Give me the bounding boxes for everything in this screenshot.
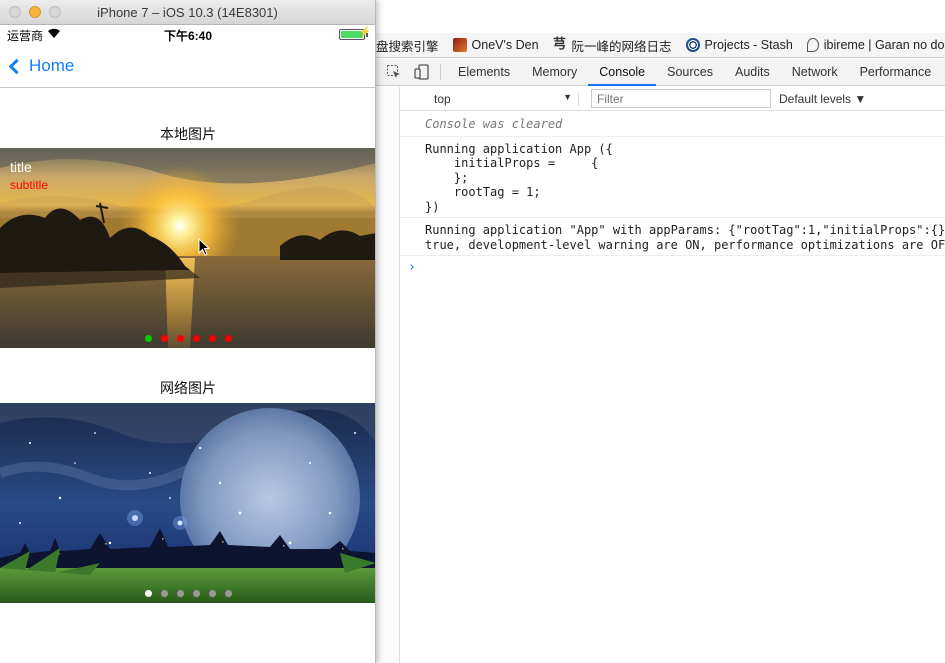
page-dot[interactable]: [192, 335, 200, 342]
page-dot[interactable]: [224, 590, 232, 597]
ios-simulator-window: iPhone 7 – iOS 10.3 (14E8301) 运营商 下午6:40…: [0, 0, 376, 663]
tab-network[interactable]: Network: [781, 59, 849, 86]
page-dot[interactable]: [160, 335, 168, 342]
back-label: Home: [29, 56, 75, 75]
bookmark-3[interactable]: 芎阮一峰的网络日志: [553, 36, 672, 55]
console-cleared-message: Console was cleared: [400, 112, 945, 137]
page-dot[interactable]: [176, 335, 184, 342]
window-title: iPhone 7 – iOS 10.3 (14E8301): [97, 5, 278, 20]
page-dot[interactable]: [176, 590, 184, 597]
minimize-icon[interactable]: [29, 6, 41, 18]
console-prompt-icon[interactable]: ›: [400, 256, 945, 275]
tab-audits[interactable]: Audits: [724, 59, 781, 86]
onev-favicon-icon: [452, 38, 467, 52]
carousel-caption-title: title: [10, 159, 32, 175]
tab-memory[interactable]: Memory: [521, 59, 588, 86]
page-dot[interactable]: [160, 590, 168, 597]
bookmark-5[interactable]: ibireme | Garan no do: [806, 38, 944, 52]
bookmarks-bar: 盘搜索引擎 OneV's Den 芎阮一峰的网络日志 Projects - St…: [376, 33, 945, 58]
charging-icon: ⚡: [358, 27, 371, 38]
bookmark-2[interactable]: OneV's Den: [452, 38, 539, 52]
bookmark-1[interactable]: 盘搜索引擎: [376, 36, 439, 55]
page-dot[interactable]: [208, 335, 216, 342]
tab-sources[interactable]: Sources: [656, 59, 724, 86]
tab-performance[interactable]: Performance: [849, 59, 943, 86]
console-log-entry: Running application "App" with appParams…: [400, 218, 945, 256]
tab-elements[interactable]: Elements: [447, 59, 521, 86]
console-output: Console was cleared Running application …: [400, 112, 945, 663]
log-levels-dropdown[interactable]: Default levels ▼: [779, 92, 866, 106]
sunset-lake-image: [0, 148, 375, 348]
page-dot[interactable]: [208, 590, 216, 597]
inspect-element-icon[interactable]: [386, 64, 402, 80]
bookmark-4[interactable]: Projects - Stash: [685, 38, 793, 52]
device-toolbar-icon[interactable]: [414, 64, 430, 80]
console-filter-input[interactable]: [591, 89, 771, 108]
local-image-carousel[interactable]: title subtitle: [0, 148, 375, 348]
console-log-entry: Running application App ({ initialProps …: [400, 137, 945, 218]
tab-divider: [440, 64, 441, 80]
night-sky-planet-image: [0, 403, 375, 603]
devtools-tabbar: Elements Memory Console Sources Audits N…: [376, 59, 945, 86]
page-dot[interactable]: [192, 590, 200, 597]
context-selector[interactable]: top ▼: [434, 91, 579, 106]
chevron-down-icon: ▼: [563, 91, 572, 102]
ibireme-icon: [806, 38, 819, 52]
navigation-bar: Home: [0, 44, 375, 88]
network-image-carousel[interactable]: [0, 403, 375, 603]
tab-console[interactable]: Console: [588, 59, 657, 86]
page-dot[interactable]: [224, 335, 232, 342]
page-dot-active[interactable]: [144, 590, 152, 597]
status-time: 下午6:40: [163, 29, 213, 43]
maximize-icon[interactable]: [49, 6, 61, 18]
page-dot-active[interactable]: [144, 335, 152, 342]
close-icon[interactable]: [9, 6, 21, 18]
page-indicator[interactable]: [0, 335, 375, 342]
mouse-pointer-icon: [198, 238, 210, 256]
carousel-caption-subtitle: subtitle: [10, 178, 49, 192]
network-images-title: 网络图片: [160, 380, 216, 396]
console-toolbar: top ▼ Default levels ▼: [400, 87, 945, 111]
status-bar: 运营商 下午6:40 ⚡: [0, 25, 375, 44]
back-button[interactable]: Home: [8, 44, 74, 88]
simulator-titlebar: iPhone 7 – iOS 10.3 (14E8301): [0, 0, 375, 25]
chevron-left-icon: [8, 58, 25, 74]
page-indicator[interactable]: [0, 590, 375, 597]
local-images-title: 本地图片: [160, 126, 216, 142]
ruanyifeng-favicon-icon: 芎: [553, 37, 567, 52]
devtools-gutter: [376, 87, 399, 663]
stash-icon: [685, 38, 700, 52]
